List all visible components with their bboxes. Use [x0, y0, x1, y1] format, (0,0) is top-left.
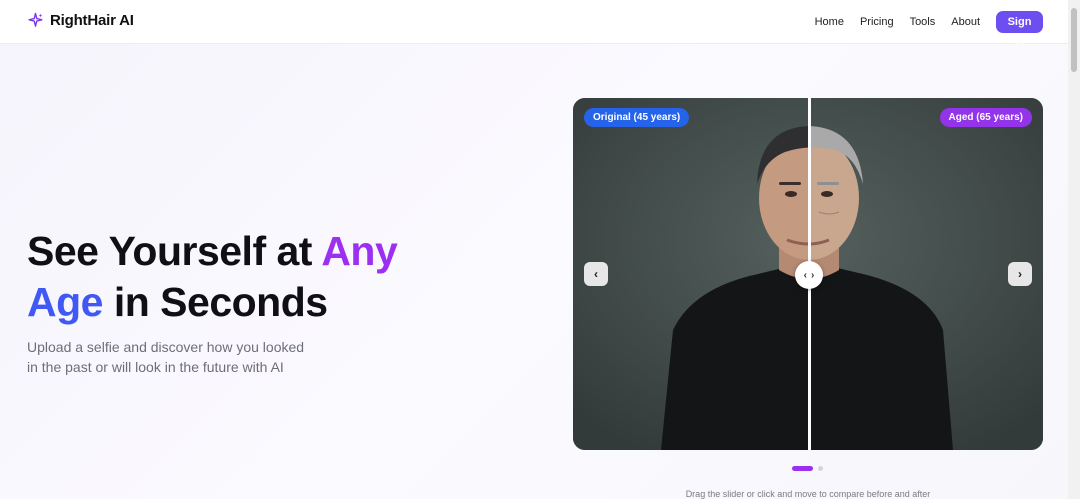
- hero-subtext: Upload a selfie and discover how you loo…: [27, 339, 305, 375]
- previous-slide-button[interactable]: ‹: [584, 262, 608, 286]
- before-after-comparison[interactable]: Original (45 years) Aged (65 years) ‹ › …: [573, 98, 1043, 450]
- headline-part2: in Seconds: [102, 279, 328, 325]
- scrollbar-thumb[interactable]: [1071, 8, 1077, 72]
- carousel-indicators: [792, 466, 823, 471]
- nav-link-about[interactable]: About: [951, 16, 980, 28]
- comparison-caption: Drag the slider or click and move to com…: [685, 489, 931, 499]
- hero-headline: See Yourself at Any Age in Seconds: [27, 226, 457, 328]
- nav-link-home[interactable]: Home: [815, 16, 844, 28]
- handle-chevron-left-icon: ‹: [803, 269, 807, 281]
- original-age-badge: Original (45 years): [584, 108, 690, 127]
- brand-name: RightHair AI: [50, 12, 134, 29]
- aged-age-badge: Aged (65 years): [939, 108, 1032, 127]
- nav-link-tools[interactable]: Tools: [910, 16, 936, 28]
- carousel-dot[interactable]: [818, 466, 823, 471]
- slider-handle[interactable]: ‹ ›: [795, 261, 823, 289]
- sparkle-icon: [28, 12, 43, 27]
- sign-in-button[interactable]: Sign In: [996, 11, 1043, 50]
- next-slide-button[interactable]: ›: [1008, 262, 1032, 286]
- page-scrollbar[interactable]: [1068, 0, 1080, 499]
- chevron-right-icon: ›: [1018, 267, 1022, 281]
- brand-logo[interactable]: RightHair AI: [27, 12, 134, 29]
- top-navbar: RightHair AI Home Pricing Tools About Si…: [0, 0, 1068, 50]
- chevron-left-icon: ‹: [594, 267, 598, 281]
- handle-chevron-right-icon: ›: [811, 269, 815, 281]
- nav-links: Home Pricing Tools About Sign In: [815, 11, 1043, 50]
- headline-accent-age: Age: [27, 279, 103, 325]
- headline-accent-any: Any: [321, 228, 398, 274]
- carousel-dot-active[interactable]: [792, 466, 813, 471]
- headline-part1: See Yourself at: [27, 228, 322, 274]
- nav-link-pricing[interactable]: Pricing: [860, 16, 894, 28]
